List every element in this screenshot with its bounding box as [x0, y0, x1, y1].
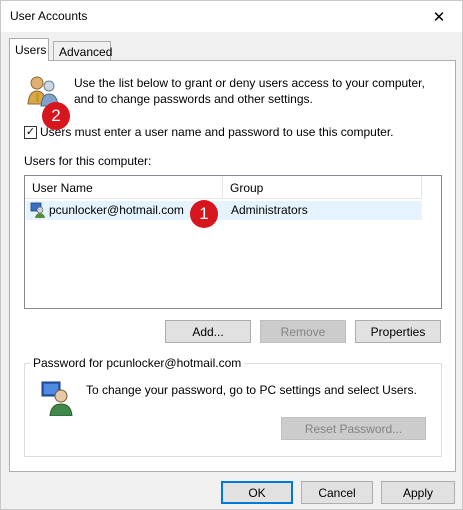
cell-group: Administrators: [231, 203, 308, 217]
remove-user-button[interactable]: Remove: [260, 320, 346, 343]
password-groupbox: [24, 363, 442, 457]
require-login-row[interactable]: ✓ Users must enter a user name and passw…: [24, 125, 394, 139]
password-instructions: To change your password, go to PC settin…: [86, 383, 417, 397]
user-accounts-dialog: User Accounts ✕ Users Advanced Use the l…: [0, 0, 463, 510]
require-login-label: Users must enter a user name and passwor…: [40, 125, 394, 139]
column-user-name[interactable]: User Name: [25, 176, 223, 199]
apply-button[interactable]: Apply: [381, 481, 455, 504]
tab-users[interactable]: Users: [9, 38, 49, 61]
cell-user-name: pcunlocker@hotmail.com: [49, 203, 184, 217]
close-button[interactable]: ✕: [416, 1, 462, 32]
ok-button[interactable]: OK: [221, 481, 293, 504]
password-group-label: Password for pcunlocker@hotmail.com: [30, 356, 245, 370]
intro-line-2: and to change passwords and other settin…: [74, 92, 313, 106]
password-user-icon: [41, 381, 73, 416]
column-group[interactable]: Group: [223, 176, 422, 199]
reset-password-button[interactable]: Reset Password...: [281, 417, 426, 440]
callout-badge-2: 2: [42, 102, 70, 130]
users-section-label: Users for this computer:: [24, 154, 152, 168]
user-account-icon: [30, 202, 45, 218]
add-user-button[interactable]: Add...: [165, 320, 251, 343]
window-title: User Accounts: [10, 9, 88, 23]
users-list-header: User Name Group: [25, 176, 422, 199]
intro-text: Use the list below to grant or deny user…: [74, 75, 444, 107]
cancel-button[interactable]: Cancel: [301, 481, 373, 504]
table-row[interactable]: pcunlocker@hotmail.com Administrators: [26, 201, 422, 220]
users-list[interactable]: User Name Group pcunlocker@hotmail.com A…: [24, 175, 442, 309]
tab-strip: Users Advanced: [9, 38, 456, 61]
require-login-checkbox[interactable]: ✓: [24, 125, 37, 139]
close-icon: ✕: [432, 8, 446, 26]
callout-badge-1: 1: [190, 200, 218, 228]
users-tab-panel: Use the list below to grant or deny user…: [9, 60, 456, 472]
tab-advanced[interactable]: Advanced: [53, 41, 112, 61]
title-bar: User Accounts ✕: [1, 1, 462, 32]
intro-line-1: Use the list below to grant or deny user…: [74, 76, 425, 90]
properties-button[interactable]: Properties: [355, 320, 441, 343]
